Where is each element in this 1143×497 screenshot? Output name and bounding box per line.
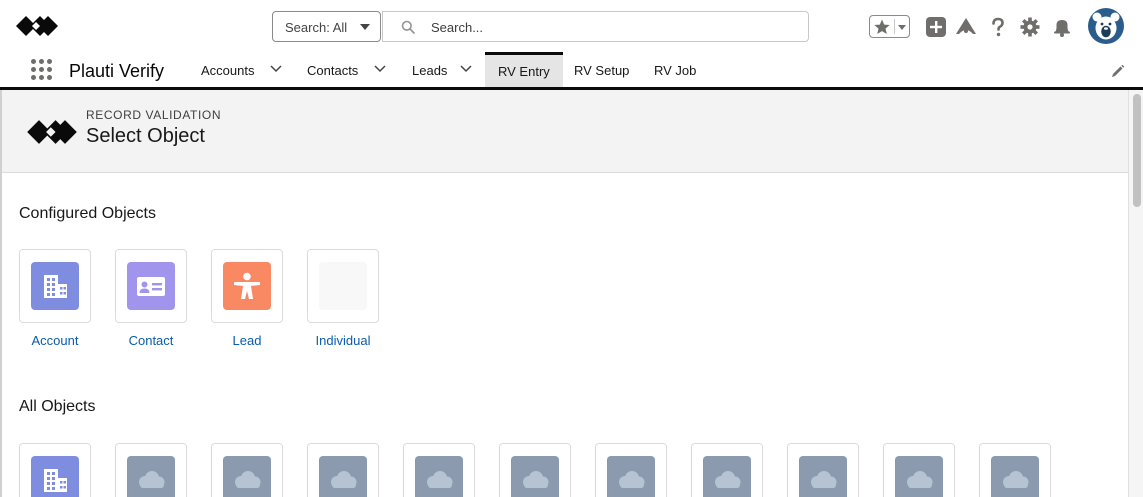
object-tile[interactable] xyxy=(979,443,1051,497)
plauti-logo-icon[interactable] xyxy=(16,15,58,37)
notifications-bell-icon[interactable] xyxy=(1051,16,1073,38)
chevron-down-icon[interactable] xyxy=(460,65,472,73)
chevron-down-icon[interactable] xyxy=(374,65,386,73)
cloud-icon xyxy=(415,456,463,497)
page-header: RECORD VALIDATION Select Object xyxy=(2,90,1128,173)
tab-label: Accounts xyxy=(201,63,255,78)
global-search: Search: All xyxy=(272,11,809,42)
caret-down-icon[interactable] xyxy=(898,25,906,30)
object-tile[interactable] xyxy=(883,443,955,497)
object-tile[interactable] xyxy=(115,443,187,497)
favorites-button[interactable] xyxy=(869,15,910,38)
page-kicker: RECORD VALIDATION xyxy=(86,108,222,122)
tab-rv-job[interactable]: RV Job xyxy=(643,52,713,87)
page-scrollbar[interactable] xyxy=(1128,90,1143,497)
cloud-icon xyxy=(319,456,367,497)
cloud-icon xyxy=(127,456,175,497)
tab-label: RV Entry xyxy=(498,64,550,79)
object-tile[interactable] xyxy=(691,443,763,497)
cloud-icon xyxy=(895,456,943,497)
edit-nav-pencil-icon[interactable] xyxy=(1111,64,1125,78)
page-title: Select Object xyxy=(86,125,205,147)
object-tile[interactable] xyxy=(307,443,379,497)
cloud-icon xyxy=(703,456,751,497)
blank-icon xyxy=(319,262,367,310)
object-link-contact[interactable]: Contact xyxy=(101,333,201,348)
tab-label: Contacts xyxy=(307,63,359,78)
object-link-lead[interactable]: Lead xyxy=(197,333,297,348)
help-icon[interactable] xyxy=(987,16,1009,38)
plauti-logo-icon xyxy=(27,120,77,144)
cloud-icon xyxy=(223,456,271,497)
object-tile[interactable] xyxy=(595,443,667,497)
cloud-icon xyxy=(511,456,559,497)
account-building-icon xyxy=(31,456,79,497)
tab-leads[interactable]: Leads xyxy=(400,52,485,87)
object-tile-individual[interactable] xyxy=(307,249,379,323)
app-name: Plauti Verify xyxy=(69,61,165,81)
lead-person-icon xyxy=(223,262,271,310)
scrollbar-thumb[interactable] xyxy=(1133,94,1141,207)
main-content: RECORD VALIDATION Select Object Configur… xyxy=(0,90,1143,497)
cloud-icon xyxy=(991,456,1039,497)
search-scope-select[interactable]: Search: All xyxy=(272,11,381,42)
configured-objects-title: Configured Objects xyxy=(19,205,156,222)
trailhead-guide-icon[interactable] xyxy=(955,16,977,38)
search-box[interactable] xyxy=(382,11,809,42)
global-header: Search: All xyxy=(0,0,1143,52)
object-tile[interactable] xyxy=(787,443,859,497)
object-tile-contact[interactable] xyxy=(115,249,187,323)
chevron-down-icon[interactable] xyxy=(270,65,282,73)
setup-gear-icon[interactable] xyxy=(1019,16,1041,38)
user-avatar-icon[interactable] xyxy=(1088,8,1124,44)
global-actions-add-icon[interactable] xyxy=(925,16,947,38)
all-objects-title: All Objects xyxy=(19,398,96,415)
cloud-icon xyxy=(799,456,847,497)
object-tile[interactable] xyxy=(499,443,571,497)
tab-contacts[interactable]: Contacts xyxy=(296,52,400,87)
tab-label: RV Setup xyxy=(574,63,630,78)
search-icon xyxy=(401,20,415,34)
app-nav-bar: Plauti Verify Accounts Contacts Leads RV… xyxy=(0,52,1143,90)
object-tile[interactable] xyxy=(19,443,91,497)
app-launcher-icon[interactable] xyxy=(31,59,52,80)
tab-rv-entry[interactable]: RV Entry xyxy=(485,52,563,87)
object-tile[interactable] xyxy=(403,443,475,497)
object-link-individual[interactable]: Individual xyxy=(293,333,393,348)
caret-down-icon xyxy=(360,24,370,30)
contact-card-icon xyxy=(127,262,175,310)
object-tile-account[interactable] xyxy=(19,249,91,323)
search-scope-label: Search: All xyxy=(285,20,348,35)
object-link-account[interactable]: Account xyxy=(5,333,105,348)
search-input[interactable] xyxy=(431,17,791,37)
favorites-divider xyxy=(894,19,895,34)
tab-accounts[interactable]: Accounts xyxy=(188,52,296,87)
tab-rv-setup[interactable]: RV Setup xyxy=(563,52,643,87)
account-building-icon xyxy=(31,262,79,310)
favorites-star-icon xyxy=(874,19,890,34)
cloud-icon xyxy=(607,456,655,497)
tab-label: Leads xyxy=(412,63,448,78)
tab-label: RV Job xyxy=(654,63,697,78)
object-tile-lead[interactable] xyxy=(211,249,283,323)
object-tile[interactable] xyxy=(211,443,283,497)
